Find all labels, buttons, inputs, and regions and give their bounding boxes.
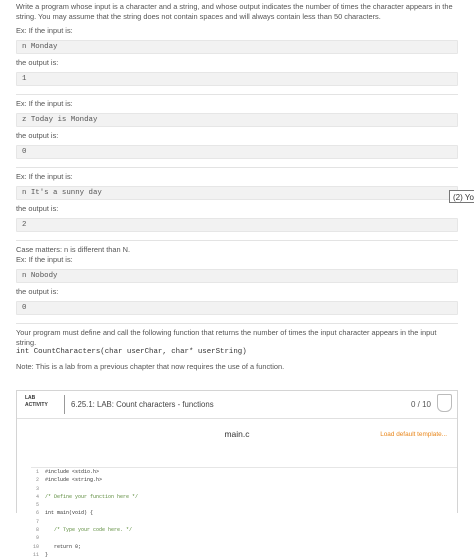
example1-input-label: Ex: If the input is: [16,25,73,35]
example2-input: z Today is Monday [16,112,458,127]
code-line: 6 int main(void) { [31,509,457,517]
code-line: 10 return 0; [31,543,457,551]
lab-badge-line2: ACTIVITY [25,401,48,408]
code-line: 5 [31,501,457,509]
code-line: 8 /* Type your code here. */ [31,526,457,534]
example3-input-label: Ex: If the input is: [16,171,73,181]
problem-intro: Write a program whose input is a charact… [16,2,453,21]
example1-output-label: the output is: [16,57,59,67]
code-text: /* Type your code here. */ [45,527,133,534]
code-line: 1 #include <stdio.h> [31,468,457,476]
side-notification-tab[interactable]: (2) Yo [449,190,474,203]
example1-input: n Monday [16,39,458,54]
function-requirement: Your program must define and call the fo… [16,327,437,347]
code-line: 11} [31,551,457,559]
code-text: } [45,551,49,558]
line-number: 8 [35,527,39,534]
lab-activity-panel: LAB ACTIVITY 6.25.1: LAB: Count characte… [16,390,458,558]
example4-input-label: Ex: If the input is: [16,254,73,264]
line-number: 2 [35,477,39,484]
example2-output: 0 [16,144,458,159]
divider [16,239,458,241]
example3-output: 2 [16,217,458,232]
code-line: 2 #include <string.h> [31,476,457,484]
code-text: return 0; [45,543,82,550]
example3-input: n It's a sunny day [16,185,458,200]
line-number: 10 [32,543,39,550]
line-number: 3 [35,485,39,492]
line-number: 1 [35,469,39,475]
code-text: /* Define your function here */ [45,493,139,500]
code-text: #include <stdio.h> [45,469,100,475]
lab-note: Note: This is a lab from a previous chap… [16,361,285,371]
lab-title: 6.25.1: LAB: Count characters - function… [71,400,214,409]
divider [16,322,458,324]
shield-icon [437,394,452,412]
divider [16,166,458,168]
case-note: Case matters: n is different than N. [16,244,131,254]
line-number: 6 [35,510,39,517]
example4-input: n Nobody [16,268,458,283]
line-number: 5 [35,502,39,509]
example1-output: 1 [16,71,458,86]
code-line: 3 [31,485,457,493]
code-line: 4 /* Define your function here */ [31,493,457,501]
lab-header: LAB ACTIVITY 6.25.1: LAB: Count characte… [17,391,457,419]
example3-output-label: the output is: [16,203,59,213]
code-line: 9 [31,534,457,542]
example4-output-label: the output is: [16,286,59,296]
code-editor[interactable]: 1 #include <stdio.h> 2 #include <string.h>… [31,467,457,558]
example2-input-label: Ex: If the input is: [16,98,73,108]
line-number: 11 [32,551,39,558]
line-number: 7 [35,518,39,525]
lab-body: main.c Load default template... 1 #includ… [17,419,457,558]
problem-description: Write a program whose input is a charact… [16,0,458,372]
code-text: #include <string.h> [45,477,103,484]
lab-header-divider [64,395,65,414]
lab-score: 0 / 10 [410,400,431,409]
load-default-template-link[interactable]: Load default template... [380,431,447,440]
function-signature: int CountCharacters(char userChar, char*… [16,347,247,356]
code-line: 7 [31,518,457,526]
example4-output: 0 [16,300,458,315]
lab-activity-badge: LAB ACTIVITY [25,395,65,408]
divider [16,93,458,95]
line-number: 9 [35,535,39,542]
code-text: int main(void) { [45,510,94,517]
example2-output-label: the output is: [16,130,59,140]
line-number: 4 [35,493,39,500]
